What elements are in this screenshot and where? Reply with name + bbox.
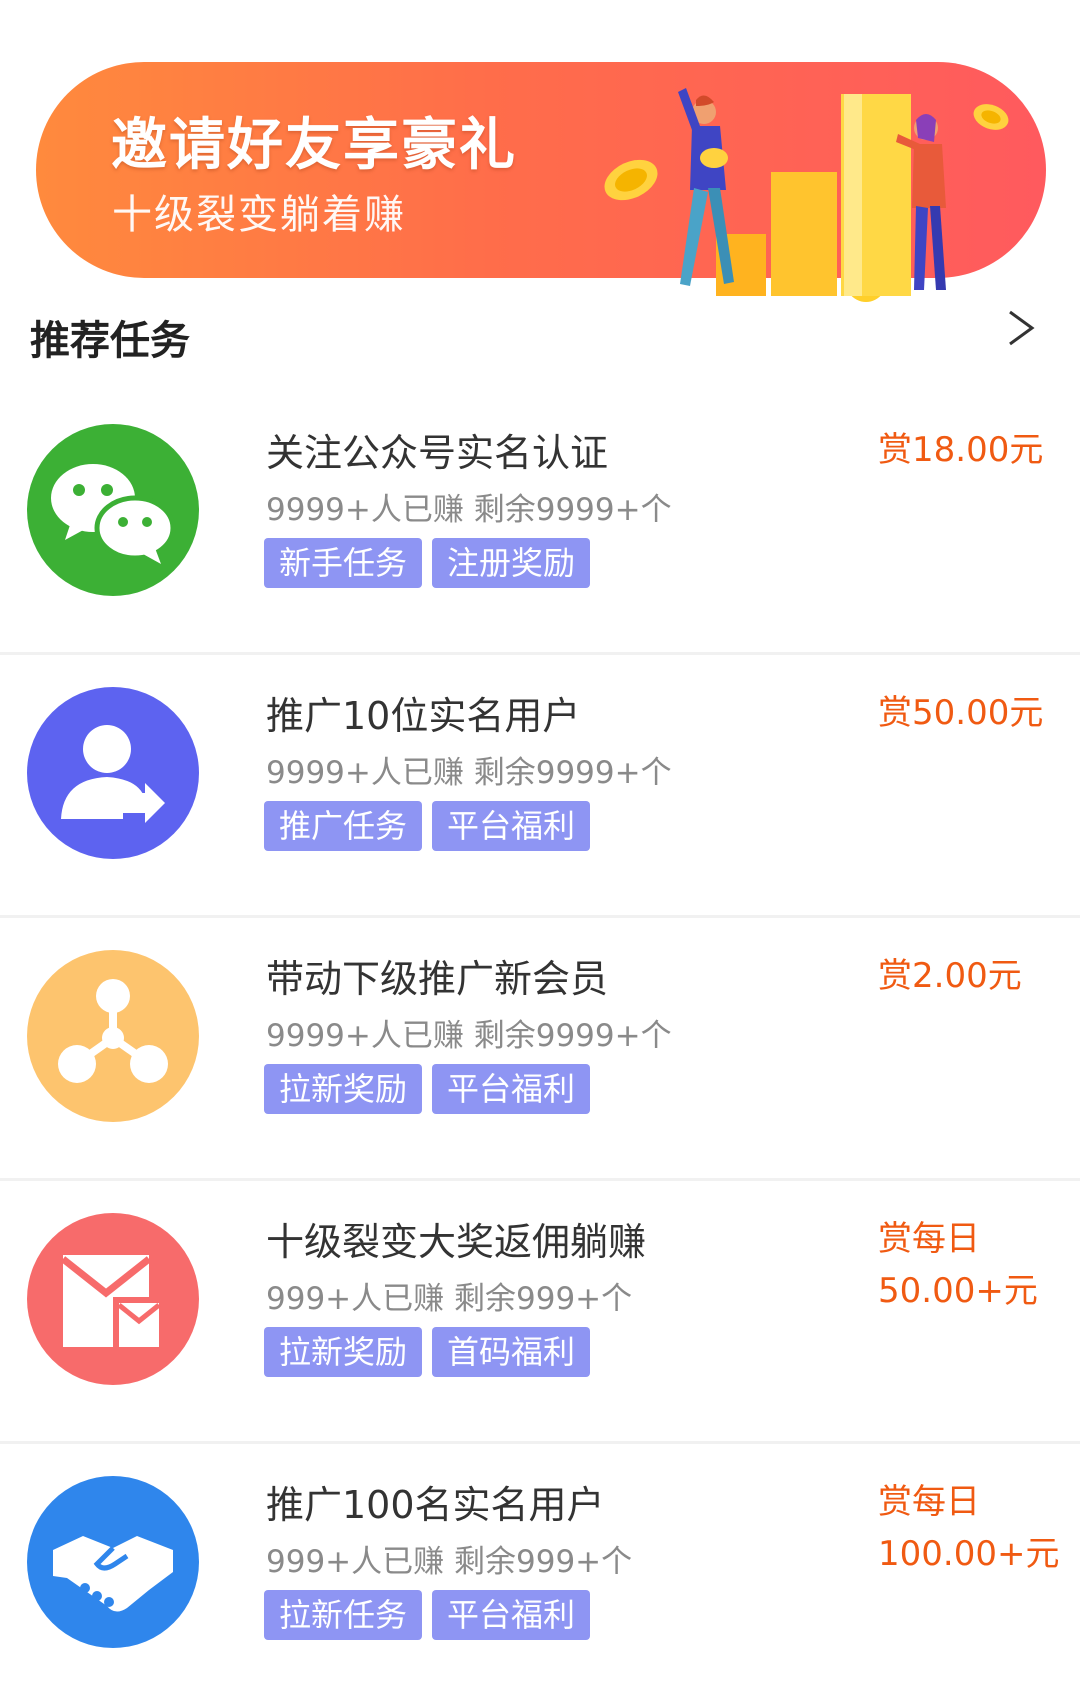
task-tags: 推广任务 平台福利 (264, 801, 591, 851)
task-tag: 拉新奖励 (264, 1327, 423, 1377)
task-title: 推广10位实名用户 (266, 694, 581, 738)
task-reward: 赏50.00元 (878, 687, 1043, 739)
invite-banner[interactable]: 邀请好友享豪礼 十级裂变躺着赚 (36, 62, 1046, 302)
task-reward: 赏2.00元 (878, 950, 1022, 1002)
chevron-right-icon[interactable] (1002, 306, 1042, 350)
task-tag: 平台福利 (432, 1590, 591, 1640)
task-tags: 新手任务 注册奖励 (264, 538, 591, 588)
task-tag: 首码福利 (432, 1327, 591, 1377)
task-reward: 赏18.00元 (878, 424, 1043, 476)
task-stats: 9999+人已赚 剩余9999+个 (266, 755, 672, 791)
task-tags: 拉新任务 平台福利 (264, 1590, 591, 1640)
recommended-tasks-header[interactable]: 推荐任务 (0, 300, 1080, 370)
task-title: 关注公众号实名认证 (266, 431, 609, 475)
task-reward-line1: 赏50.00元 (878, 693, 1044, 733)
coin-icon (604, 159, 658, 201)
task-list: 关注公众号实名认证 9999+人已赚 剩余9999+个 新手任务 注册奖励 赏1… (0, 392, 1080, 1704)
network-icon (27, 950, 199, 1122)
task-stats: 9999+人已赚 剩余9999+个 (266, 492, 672, 528)
task-title: 推广100名实名用户 (266, 1483, 605, 1527)
task-reward-line1: 赏2.00元 (878, 956, 1022, 996)
task-title: 带动下级推广新会员 (266, 957, 609, 1001)
task-tags: 拉新奖励 首码福利 (264, 1327, 591, 1377)
task-tag: 注册奖励 (432, 538, 591, 588)
banner-title: 邀请好友享豪礼 (111, 113, 517, 178)
envelope-icon (27, 1213, 199, 1385)
task-tag: 拉新奖励 (264, 1064, 423, 1114)
task-tag: 新手任务 (264, 538, 423, 588)
task-reward-line2: 100.00+元 (878, 1534, 1060, 1574)
task-item[interactable]: 推广10位实名用户 9999+人已赚 剩余9999+个 推广任务 平台福利 赏5… (0, 655, 1080, 918)
task-item[interactable]: 关注公众号实名认证 9999+人已赚 剩余9999+个 新手任务 注册奖励 赏1… (0, 392, 1080, 655)
task-item[interactable]: 带动下级推广新会员 9999+人已赚 剩余9999+个 拉新奖励 平台福利 赏2… (0, 918, 1080, 1181)
task-stats: 999+人已赚 剩余999+个 (266, 1544, 633, 1580)
task-reward-line1: 赏每日 (878, 1482, 980, 1522)
task-reward-line1: 赏18.00元 (878, 430, 1044, 470)
task-stats: 999+人已赚 剩余999+个 (266, 1281, 633, 1317)
wechat-icon (27, 424, 199, 596)
task-tag: 平台福利 (432, 1064, 591, 1114)
task-stats: 9999+人已赚 剩余9999+个 (266, 1018, 672, 1054)
task-item[interactable]: 推广100名实名用户 999+人已赚 剩余999+个 拉新任务 平台福利 赏每日… (0, 1444, 1080, 1704)
banner-subtitle: 十级裂变躺着赚 (112, 192, 406, 238)
person-icon (678, 88, 734, 286)
handshake-icon (27, 1476, 199, 1648)
task-reward: 赏每日 100.00+元 (878, 1476, 1059, 1580)
task-title: 十级裂变大奖返佣躺赚 (266, 1220, 647, 1264)
section-title: 推荐任务 (30, 318, 190, 364)
task-item[interactable]: 十级裂变大奖返佣躺赚 999+人已赚 剩余999+个 拉新奖励 首码福利 赏每日… (0, 1181, 1080, 1444)
banner-illustration (604, 88, 1009, 302)
task-reward-line2: 50.00+元 (878, 1271, 1038, 1311)
user-share-icon (27, 687, 199, 859)
task-reward-line1: 赏每日 (878, 1219, 980, 1259)
task-reward: 赏每日 50.00+元 (878, 1213, 1038, 1317)
task-tag: 拉新任务 (264, 1590, 423, 1640)
task-tags: 拉新奖励 平台福利 (264, 1064, 591, 1114)
task-tag: 推广任务 (264, 801, 423, 851)
coin-icon (973, 104, 1009, 130)
task-tag: 平台福利 (432, 801, 591, 851)
